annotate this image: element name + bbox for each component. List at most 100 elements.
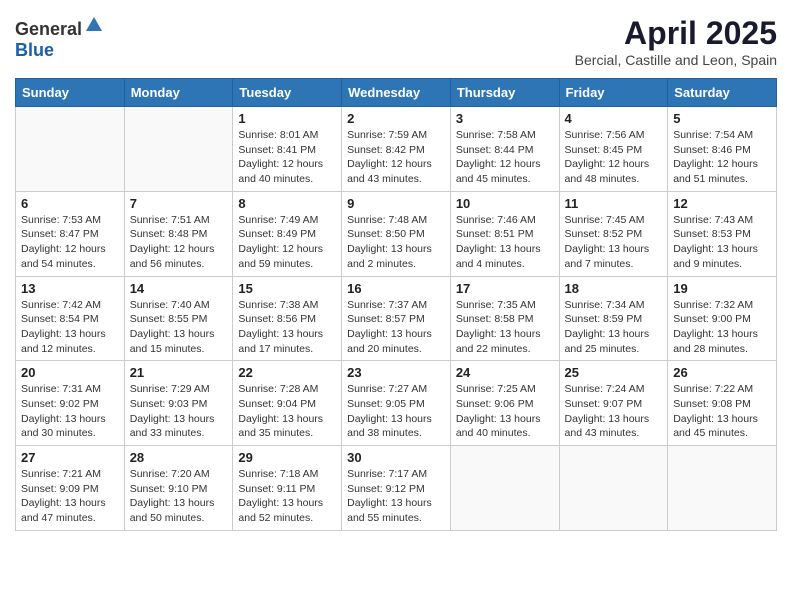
day-info: Sunrise: 7:25 AM Sunset: 9:06 PM Dayligh… (456, 382, 554, 441)
calendar-cell: 23 Sunrise: 7:27 AM Sunset: 9:05 PM Dayli… (342, 361, 451, 446)
day-info: Sunrise: 7:32 AM Sunset: 9:00 PM Dayligh… (673, 298, 771, 357)
calendar-cell: 20Sunrise: 7:31 AM Sunset: 9:02 PM Dayli… (16, 361, 125, 446)
calendar-cell: 4 Sunrise: 7:56 AM Sunset: 8:45 PM Daylig… (559, 107, 668, 192)
weekday-header-friday: Friday (559, 79, 668, 107)
day-info: Sunrise: 7:51 AM Sunset: 8:48 PM Dayligh… (130, 213, 228, 272)
day-number: 5 (673, 111, 771, 126)
calendar-cell: 15 Sunrise: 7:38 AM Sunset: 8:56 PM Dayli… (233, 276, 342, 361)
day-number: 2 (347, 111, 445, 126)
week-row-1: 1Sunrise: 8:01 AM Sunset: 8:41 PM Daylig… (16, 107, 777, 192)
day-number: 22 (238, 365, 336, 380)
day-info: Sunrise: 7:21 AM Sunset: 9:09 PM Dayligh… (21, 467, 119, 526)
day-number: 29 (238, 450, 336, 465)
day-info: Sunrise: 7:27 AM Sunset: 9:05 PM Dayligh… (347, 382, 445, 441)
week-row-2: 6Sunrise: 7:53 AM Sunset: 8:47 PM Daylig… (16, 191, 777, 276)
day-info: Sunrise: 7:46 AM Sunset: 8:51 PM Dayligh… (456, 213, 554, 272)
weekday-header-saturday: Saturday (668, 79, 777, 107)
day-number: 30 (347, 450, 445, 465)
day-info: Sunrise: 7:20 AM Sunset: 9:10 PM Dayligh… (130, 467, 228, 526)
title-block: April 2025 Bercial, Castille and Leon, S… (575, 15, 777, 68)
week-row-5: 27 Sunrise: 7:21 AM Sunset: 9:09 PM Dayli… (16, 446, 777, 531)
day-number: 28 (130, 450, 228, 465)
calendar-cell: 18Sunrise: 7:34 AM Sunset: 8:59 PM Dayli… (559, 276, 668, 361)
day-number: 3 (456, 111, 554, 126)
day-info: Sunrise: 7:48 AM Sunset: 8:50 PM Dayligh… (347, 213, 445, 272)
logo-blue: Blue (15, 40, 54, 60)
calendar-cell (16, 107, 125, 192)
calendar-cell: 6Sunrise: 7:53 AM Sunset: 8:47 PM Daylig… (16, 191, 125, 276)
weekday-header-row: SundayMondayTuesdayWednesdayThursdayFrid… (16, 79, 777, 107)
day-number: 24 (456, 365, 554, 380)
calendar-cell: 25 Sunrise: 7:24 AM Sunset: 9:07 PM Dayli… (559, 361, 668, 446)
day-info: Sunrise: 7:42 AM Sunset: 8:54 PM Dayligh… (21, 298, 119, 357)
day-info: Sunrise: 7:58 AM Sunset: 8:44 PM Dayligh… (456, 128, 554, 187)
week-row-4: 20Sunrise: 7:31 AM Sunset: 9:02 PM Dayli… (16, 361, 777, 446)
calendar-cell: 5 Sunrise: 7:54 AM Sunset: 8:46 PM Daylig… (668, 107, 777, 192)
calendar-cell: 8 Sunrise: 7:49 AM Sunset: 8:49 PM Daylig… (233, 191, 342, 276)
day-number: 21 (130, 365, 228, 380)
calendar-cell: 30 Sunrise: 7:17 AM Sunset: 9:12 PM Dayli… (342, 446, 451, 531)
day-info: Sunrise: 7:38 AM Sunset: 8:56 PM Dayligh… (238, 298, 336, 357)
day-number: 10 (456, 196, 554, 211)
day-number: 16 (347, 281, 445, 296)
day-number: 9 (347, 196, 445, 211)
calendar-cell: 3 Sunrise: 7:58 AM Sunset: 8:44 PM Daylig… (450, 107, 559, 192)
calendar-cell (668, 446, 777, 531)
calendar-cell: 12Sunrise: 7:43 AM Sunset: 8:53 PM Dayli… (668, 191, 777, 276)
day-info: Sunrise: 7:56 AM Sunset: 8:45 PM Dayligh… (565, 128, 663, 187)
day-number: 15 (238, 281, 336, 296)
location-subtitle: Bercial, Castille and Leon, Spain (575, 52, 777, 68)
page-header: General Blue April 2025 Bercial, Castill… (15, 15, 777, 68)
day-number: 7 (130, 196, 228, 211)
day-number: 8 (238, 196, 336, 211)
calendar-cell: 1Sunrise: 8:01 AM Sunset: 8:41 PM Daylig… (233, 107, 342, 192)
day-info: Sunrise: 7:43 AM Sunset: 8:53 PM Dayligh… (673, 213, 771, 272)
day-info: Sunrise: 7:29 AM Sunset: 9:03 PM Dayligh… (130, 382, 228, 441)
day-number: 25 (565, 365, 663, 380)
day-number: 20 (21, 365, 119, 380)
logo-wordmark: General Blue (15, 15, 104, 61)
day-number: 19 (673, 281, 771, 296)
weekday-header-sunday: Sunday (16, 79, 125, 107)
day-info: Sunrise: 7:24 AM Sunset: 9:07 PM Dayligh… (565, 382, 663, 441)
day-number: 14 (130, 281, 228, 296)
day-number: 27 (21, 450, 119, 465)
calendar-cell: 16Sunrise: 7:37 AM Sunset: 8:57 PM Dayli… (342, 276, 451, 361)
day-info: Sunrise: 7:18 AM Sunset: 9:11 PM Dayligh… (238, 467, 336, 526)
day-number: 4 (565, 111, 663, 126)
day-number: 13 (21, 281, 119, 296)
weekday-header-thursday: Thursday (450, 79, 559, 107)
calendar-cell (559, 446, 668, 531)
day-number: 6 (21, 196, 119, 211)
calendar-cell (124, 107, 233, 192)
calendar-cell: 13 Sunrise: 7:42 AM Sunset: 8:54 PM Dayli… (16, 276, 125, 361)
calendar-cell: 27 Sunrise: 7:21 AM Sunset: 9:09 PM Dayli… (16, 446, 125, 531)
logo-icon (84, 15, 104, 35)
calendar-cell: 2 Sunrise: 7:59 AM Sunset: 8:42 PM Daylig… (342, 107, 451, 192)
calendar-cell: 9 Sunrise: 7:48 AM Sunset: 8:50 PM Daylig… (342, 191, 451, 276)
logo-general: General (15, 19, 82, 39)
weekday-header-wednesday: Wednesday (342, 79, 451, 107)
day-info: Sunrise: 8:01 AM Sunset: 8:41 PM Dayligh… (238, 128, 336, 187)
day-info: Sunrise: 7:49 AM Sunset: 8:49 PM Dayligh… (238, 213, 336, 272)
weekday-header-monday: Monday (124, 79, 233, 107)
calendar-cell: 11 Sunrise: 7:45 AM Sunset: 8:52 PM Dayli… (559, 191, 668, 276)
day-info: Sunrise: 7:35 AM Sunset: 8:58 PM Dayligh… (456, 298, 554, 357)
day-info: Sunrise: 7:54 AM Sunset: 8:46 PM Dayligh… (673, 128, 771, 187)
calendar-table: SundayMondayTuesdayWednesdayThursdayFrid… (15, 78, 777, 531)
day-info: Sunrise: 7:34 AM Sunset: 8:59 PM Dayligh… (565, 298, 663, 357)
day-info: Sunrise: 7:59 AM Sunset: 8:42 PM Dayligh… (347, 128, 445, 187)
calendar-cell: 21 Sunrise: 7:29 AM Sunset: 9:03 PM Dayli… (124, 361, 233, 446)
day-info: Sunrise: 7:28 AM Sunset: 9:04 PM Dayligh… (238, 382, 336, 441)
day-info: Sunrise: 7:22 AM Sunset: 9:08 PM Dayligh… (673, 382, 771, 441)
day-info: Sunrise: 7:45 AM Sunset: 8:52 PM Dayligh… (565, 213, 663, 272)
day-number: 17 (456, 281, 554, 296)
logo: General Blue (15, 15, 104, 61)
calendar-cell: 7 Sunrise: 7:51 AM Sunset: 8:48 PM Daylig… (124, 191, 233, 276)
calendar-cell: 24 Sunrise: 7:25 AM Sunset: 9:06 PM Dayli… (450, 361, 559, 446)
day-number: 11 (565, 196, 663, 211)
calendar-cell: 17 Sunrise: 7:35 AM Sunset: 8:58 PM Dayli… (450, 276, 559, 361)
day-info: Sunrise: 7:17 AM Sunset: 9:12 PM Dayligh… (347, 467, 445, 526)
day-number: 23 (347, 365, 445, 380)
day-number: 26 (673, 365, 771, 380)
